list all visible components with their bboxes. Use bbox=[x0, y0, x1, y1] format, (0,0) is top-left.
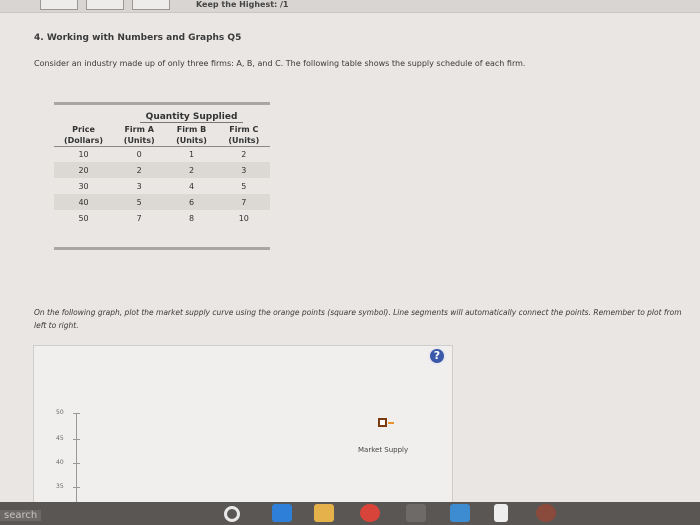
question-heading: 4. Working with Numbers and Graphs Q5 bbox=[34, 33, 242, 43]
app-icon[interactable] bbox=[536, 504, 556, 522]
column-units-firm-c: (Units) bbox=[217, 135, 270, 147]
table-cell: 20 bbox=[54, 162, 114, 178]
table-row: 20 2 2 3 bbox=[54, 162, 270, 178]
graph-panel[interactable] bbox=[33, 345, 453, 525]
table-cell: 40 bbox=[54, 194, 114, 210]
table-cell: 1 bbox=[188, 149, 195, 159]
table-cell: 5 bbox=[241, 181, 247, 191]
table-cell: 0 bbox=[136, 149, 142, 159]
table-cell: 5 bbox=[113, 194, 166, 210]
chrome-icon[interactable] bbox=[360, 504, 380, 522]
y-tick-label: 50 bbox=[56, 409, 64, 416]
column-header-firm-c: Firm C bbox=[229, 125, 259, 134]
y-tick-mark bbox=[73, 413, 80, 414]
y-tick-label: 35 bbox=[56, 483, 64, 490]
table-cell: 3 bbox=[136, 181, 142, 191]
table-row: 40 5 6 7 bbox=[54, 194, 270, 210]
table-cell: 7 bbox=[136, 213, 142, 223]
edge-icon[interactable] bbox=[272, 504, 292, 522]
y-tick-label: 45 bbox=[56, 435, 64, 442]
supply-schedule-table: Quantity Supplied Price Firm A Firm B Fi… bbox=[54, 112, 270, 226]
table-row: 50 7 8 10 bbox=[54, 210, 270, 226]
help-button[interactable]: ? bbox=[428, 347, 446, 365]
table-top-rule bbox=[54, 102, 270, 105]
market-supply-legend-label: Market Supply bbox=[358, 446, 409, 454]
table-row: 10 0 1 2 bbox=[54, 146, 270, 162]
y-tick-mark bbox=[73, 439, 80, 440]
table-cell: 2 bbox=[113, 162, 166, 178]
table-cell: 2 bbox=[165, 162, 218, 178]
table-cell: 50 bbox=[78, 213, 89, 223]
y-tick-label: 40 bbox=[56, 459, 64, 466]
nav-tab[interactable] bbox=[132, 0, 170, 10]
taskbar bbox=[0, 502, 700, 525]
store-icon[interactable] bbox=[406, 504, 426, 522]
graph-instructions: On the following graph, plot the market … bbox=[34, 308, 682, 330]
nav-tab[interactable] bbox=[86, 0, 124, 10]
keep-highest-label: Keep the Highest: /1 bbox=[196, 0, 289, 9]
table-row: 30 3 4 5 bbox=[54, 178, 270, 194]
y-tick-mark bbox=[73, 487, 80, 488]
column-units-firm-a: (Units) bbox=[113, 135, 166, 147]
table-cell: 7 bbox=[217, 194, 270, 210]
table-cell: 10 bbox=[238, 213, 249, 223]
column-header-firm-b: Firm B bbox=[176, 125, 207, 134]
quantity-supplied-header: Quantity Supplied bbox=[139, 112, 244, 123]
pen-icon[interactable] bbox=[494, 504, 508, 522]
file-explorer-icon[interactable] bbox=[314, 504, 334, 522]
question-intro: Consider an industry made up of only thr… bbox=[34, 59, 526, 68]
table-cell: 8 bbox=[188, 213, 195, 223]
taskbar-search[interactable]: search bbox=[0, 510, 42, 521]
market-supply-point-tool[interactable] bbox=[378, 418, 387, 427]
table-cell: 3 bbox=[217, 162, 270, 178]
top-bar: Keep the Highest: /1 bbox=[0, 0, 700, 13]
column-header-price: Price bbox=[72, 125, 95, 134]
table-bottom-rule bbox=[54, 247, 270, 250]
table-cell: 6 bbox=[165, 194, 218, 210]
y-tick-mark bbox=[73, 463, 80, 464]
table-cell: 30 bbox=[78, 181, 89, 191]
market-supply-line-swatch bbox=[388, 422, 394, 424]
table-cell: 10 bbox=[78, 149, 89, 159]
column-units-firm-b: (Units) bbox=[165, 135, 218, 147]
cortana-icon[interactable] bbox=[224, 506, 240, 522]
nav-tab[interactable] bbox=[40, 0, 78, 10]
table-cell: 2 bbox=[241, 149, 247, 159]
column-header-firm-a: Firm A bbox=[124, 125, 154, 134]
mail-icon[interactable] bbox=[450, 504, 470, 522]
table-cell: 4 bbox=[188, 181, 195, 191]
column-units-price: (Dollars) bbox=[54, 135, 114, 147]
